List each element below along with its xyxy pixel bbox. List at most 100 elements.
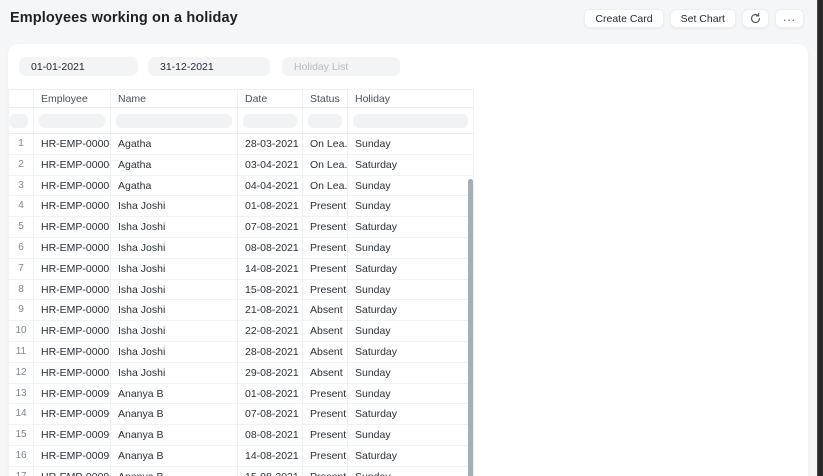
row-number-filter-input[interactable] xyxy=(9,114,28,128)
cell-holiday[interactable]: Sunday xyxy=(348,196,474,217)
cell-employee[interactable]: HR-EMP-00001 xyxy=(34,258,111,279)
date-filter-input[interactable] xyxy=(243,114,297,128)
cell-name[interactable]: Agatha xyxy=(111,134,238,154)
cell-status[interactable]: Present xyxy=(303,217,348,237)
cell-employee[interactable]: HR-EMP-00001 xyxy=(34,362,111,383)
from-date-input[interactable] xyxy=(19,57,138,76)
column-header-employee[interactable]: Employee xyxy=(34,90,111,107)
holiday-list-input[interactable] xyxy=(282,57,400,76)
cell-holiday[interactable]: Saturday xyxy=(348,154,474,175)
cell-name[interactable]: Ananya B xyxy=(111,404,238,425)
vertical-scrollbar-thumb[interactable] xyxy=(468,179,473,476)
cell-date[interactable]: 14-08-2021 xyxy=(238,445,303,466)
cell-date[interactable]: 28-03-2021 xyxy=(238,134,303,154)
cell-name[interactable]: Isha Joshi xyxy=(111,196,238,217)
cell-date[interactable]: 08-08-2021 xyxy=(238,237,303,258)
cell-employee[interactable]: HR-EMP-00096 xyxy=(34,383,111,404)
cell-employee[interactable]: HR-EMP-00096 xyxy=(34,445,111,466)
column-header-name[interactable]: Name xyxy=(111,90,238,107)
cell-holiday[interactable]: Sunday xyxy=(348,134,474,154)
cell-holiday[interactable]: Sunday xyxy=(348,279,474,300)
cell-name[interactable]: Ananya B xyxy=(111,425,238,445)
cell-name[interactable]: Isha Joshi xyxy=(111,258,238,279)
cell-employee[interactable]: HR-EMP-00001 xyxy=(34,321,111,341)
cell-date[interactable]: 07-08-2021 xyxy=(238,404,303,425)
cell-employee[interactable]: HR-EMP-00001 xyxy=(34,279,111,300)
cell-holiday[interactable]: Sunday xyxy=(348,425,474,445)
cell-name[interactable]: Isha Joshi xyxy=(111,279,238,300)
cell-employee[interactable]: HR-EMP-00006 xyxy=(34,154,111,175)
cell-employee[interactable]: HR-EMP-00001 xyxy=(34,217,111,237)
cell-name[interactable]: Isha Joshi xyxy=(111,217,238,237)
cell-date[interactable]: 15-08-2021 xyxy=(238,279,303,300)
cell-status[interactable]: Present xyxy=(303,425,348,445)
holiday-filter-input[interactable] xyxy=(353,114,468,128)
column-header-status[interactable]: Status xyxy=(303,90,348,107)
column-header-holiday[interactable]: Holiday xyxy=(348,90,474,107)
cell-date[interactable]: 08-08-2021 xyxy=(238,425,303,445)
cell-holiday[interactable]: Sunday xyxy=(348,237,474,258)
cell-holiday[interactable]: Sunday xyxy=(348,362,474,383)
cell-name[interactable]: Agatha xyxy=(111,154,238,175)
cell-employee[interactable]: HR-EMP-00006 xyxy=(34,175,111,196)
create-card-button[interactable]: Create Card xyxy=(584,9,664,28)
status-filter-input[interactable] xyxy=(308,114,342,128)
cell-date[interactable]: 29-08-2021 xyxy=(238,362,303,383)
cell-date[interactable]: 14-08-2021 xyxy=(238,258,303,279)
cell-date[interactable]: 21-08-2021 xyxy=(238,300,303,321)
employee-filter-input[interactable] xyxy=(39,114,105,128)
cell-status[interactable]: On Lea... xyxy=(303,154,348,175)
cell-status[interactable]: Present xyxy=(303,279,348,300)
cell-name[interactable]: Isha Joshi xyxy=(111,321,238,341)
cell-date[interactable]: 01-08-2021 xyxy=(238,196,303,217)
cell-status[interactable]: Present xyxy=(303,404,348,425)
cell-holiday[interactable]: Sunday xyxy=(348,175,474,196)
cell-holiday[interactable]: Sunday xyxy=(348,383,474,404)
cell-date[interactable]: 04-04-2021 xyxy=(238,175,303,196)
cell-name[interactable]: Isha Joshi xyxy=(111,300,238,321)
cell-employee[interactable]: HR-EMP-00001 xyxy=(34,300,111,321)
cell-holiday[interactable]: Saturday xyxy=(348,258,474,279)
cell-name[interactable]: Isha Joshi xyxy=(111,237,238,258)
set-chart-button[interactable]: Set Chart xyxy=(669,9,736,28)
cell-name[interactable]: Ananya B xyxy=(111,383,238,404)
cell-status[interactable]: Present xyxy=(303,445,348,466)
cell-employee[interactable]: HR-EMP-00001 xyxy=(34,237,111,258)
cell-employee[interactable]: HR-EMP-00001 xyxy=(34,196,111,217)
cell-employee[interactable]: HR-EMP-00006 xyxy=(34,134,111,154)
cell-date[interactable]: 07-08-2021 xyxy=(238,217,303,237)
cell-date[interactable]: 22-08-2021 xyxy=(238,321,303,341)
menu-button[interactable]: ... xyxy=(774,9,804,28)
cell-status[interactable]: Present xyxy=(303,466,348,476)
cell-date[interactable]: 01-08-2021 xyxy=(238,383,303,404)
vertical-scrollbar-track[interactable] xyxy=(468,179,473,476)
cell-holiday[interactable]: Sunday xyxy=(348,466,474,476)
cell-holiday[interactable]: Saturday xyxy=(348,404,474,425)
name-filter-input[interactable] xyxy=(116,114,232,128)
cell-status[interactable]: Absent xyxy=(303,321,348,341)
cell-status[interactable]: Present xyxy=(303,237,348,258)
cell-date[interactable]: 15-08-2021 xyxy=(238,466,303,476)
cell-status[interactable]: Present xyxy=(303,258,348,279)
cell-name[interactable]: Ananya B xyxy=(111,445,238,466)
cell-employee[interactable]: HR-EMP-00001 xyxy=(34,341,111,362)
cell-status[interactable]: On Lea... xyxy=(303,134,348,154)
cell-status[interactable]: Absent xyxy=(303,300,348,321)
column-header-date[interactable]: Date xyxy=(238,90,303,107)
cell-holiday[interactable]: Sunday xyxy=(348,321,474,341)
cell-holiday[interactable]: Saturday xyxy=(348,341,474,362)
cell-employee[interactable]: HR-EMP-00096 xyxy=(34,404,111,425)
cell-holiday[interactable]: Saturday xyxy=(348,217,474,237)
cell-status[interactable]: Absent xyxy=(303,341,348,362)
cell-status[interactable]: On Lea... xyxy=(303,175,348,196)
cell-date[interactable]: 28-08-2021 xyxy=(238,341,303,362)
cell-name[interactable]: Isha Joshi xyxy=(111,362,238,383)
cell-name[interactable]: Agatha xyxy=(111,175,238,196)
cell-name[interactable]: Isha Joshi xyxy=(111,341,238,362)
cell-employee[interactable]: HR-EMP-00096 xyxy=(34,466,111,476)
cell-status[interactable]: Present xyxy=(303,383,348,404)
cell-holiday[interactable]: Saturday xyxy=(348,300,474,321)
refresh-button[interactable] xyxy=(741,9,769,28)
cell-employee[interactable]: HR-EMP-00096 xyxy=(34,425,111,445)
cell-status[interactable]: Absent xyxy=(303,362,348,383)
